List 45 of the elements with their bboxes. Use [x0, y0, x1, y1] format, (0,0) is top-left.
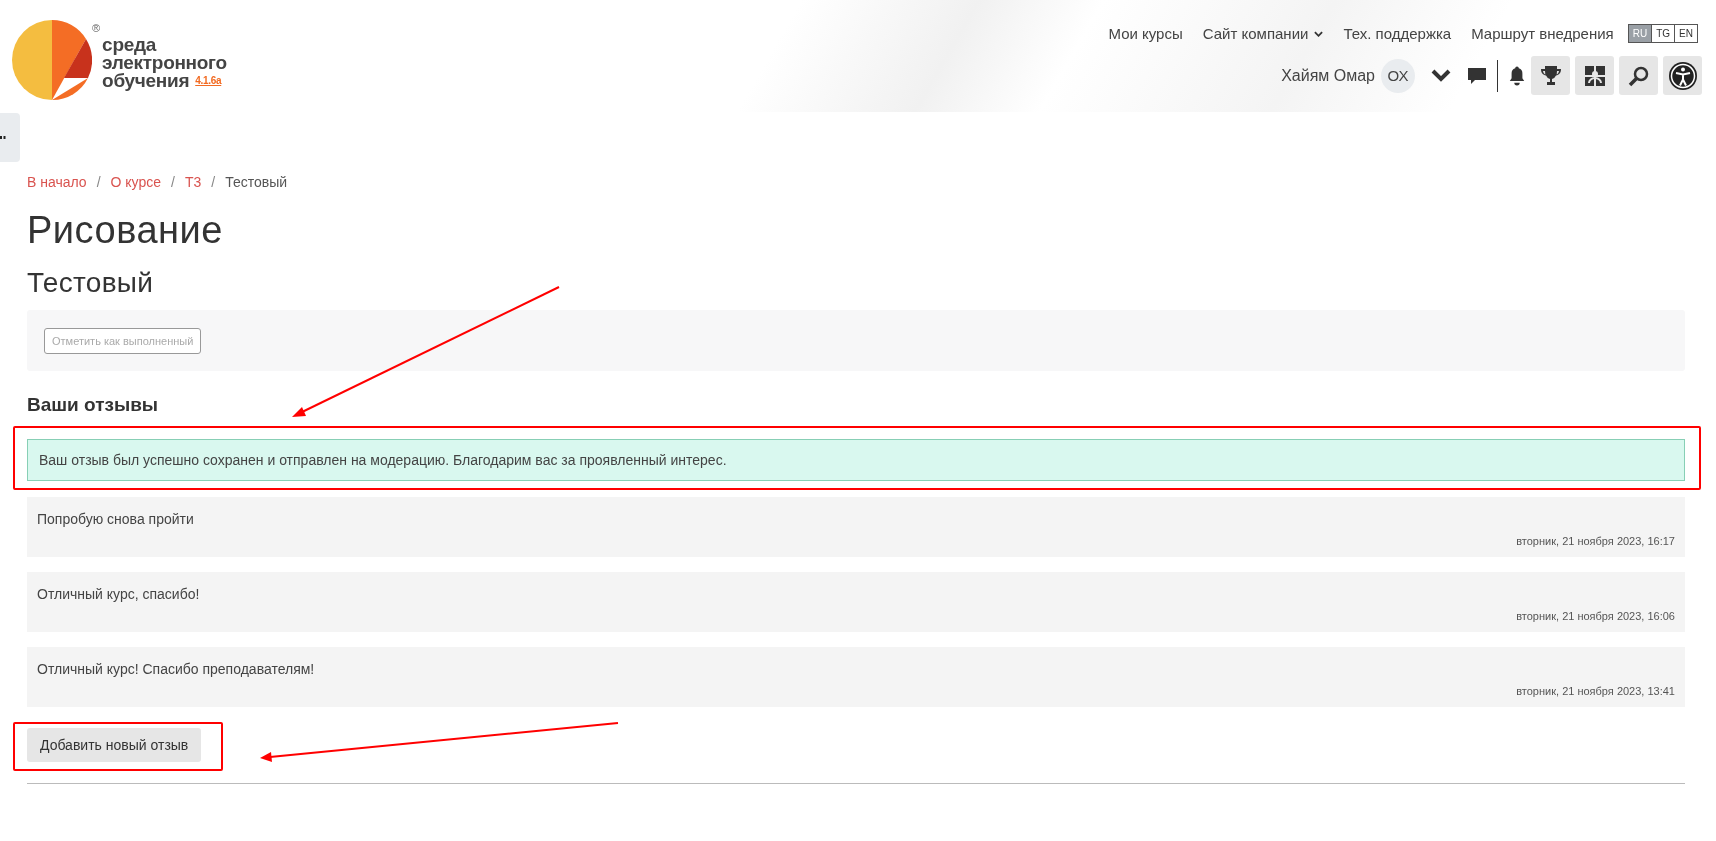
review-text: Попробую снова пройти: [37, 511, 194, 527]
drawer-toggle-button[interactable]: [0, 113, 20, 162]
logo-text: электронного: [102, 54, 227, 72]
breadcrumb-separator: /: [211, 174, 216, 190]
review-date: вторник, 21 ноября 2023, 16:06: [1516, 610, 1675, 622]
search-button[interactable]: [1619, 56, 1658, 95]
user-name[interactable]: Хайям Омар: [1281, 66, 1375, 85]
review-text: Отличный курс, спасибо!: [37, 586, 200, 602]
caret-icon: [1314, 30, 1324, 37]
breadcrumb-separator: /: [96, 174, 101, 190]
nav-link[interactable]: Маршрут внедрения: [1471, 25, 1614, 42]
logo-text: обучения: [102, 72, 190, 90]
map-button[interactable]: [1575, 56, 1614, 95]
dots-icon: [0, 136, 6, 139]
bell-icon: [1508, 65, 1526, 86]
nav-link[interactable]: Тех. поддержка: [1343, 25, 1452, 42]
add-review-button[interactable]: Добавить новый отзыв: [27, 728, 202, 762]
chat-icon: [1467, 65, 1487, 86]
success-alert: Ваш отзыв был успешно сохранен и отправлен на модерацию. Благодарим вас за проявленный интерес.: [27, 439, 1685, 481]
logo-icon: [12, 20, 92, 100]
course-title: Рисование: [27, 208, 224, 253]
messages-button[interactable]: [1467, 65, 1487, 86]
activity-title: Тестовый: [27, 266, 155, 300]
accessibility-icon: [1667, 60, 1698, 91]
logo-text: среда: [102, 36, 158, 54]
review-text: Отличный курс! Спасибо преподавателям!: [37, 661, 315, 677]
chevron-icon: [1431, 68, 1451, 83]
breadcrumb-link[interactable]: В начало: [27, 174, 87, 190]
notifications-button[interactable]: [1508, 65, 1526, 86]
achievements-button[interactable]: [1531, 56, 1570, 95]
nav-link[interactable]: Мои курсы: [1108, 25, 1183, 42]
breadcrumb-current: Тестовый: [225, 174, 288, 190]
review-date: вторник, 21 ноября 2023, 16:17: [1516, 535, 1675, 547]
review-date: вторник, 21 ноября 2023, 13:41: [1516, 685, 1675, 697]
breadcrumb-link[interactable]: О курсе: [110, 174, 161, 190]
nav-dropdown[interactable]: Сайт компании: [1202, 25, 1324, 42]
accessibility-button[interactable]: [1663, 56, 1702, 95]
trophy-icon: [1538, 63, 1563, 88]
breadcrumb-separator: /: [171, 174, 175, 190]
breadcrumb-link[interactable]: Т3: [184, 174, 202, 190]
section-heading: Ваши отзывы: [27, 393, 160, 417]
person-tiles-icon: [1582, 63, 1607, 88]
registered-mark: ®: [92, 22, 101, 34]
user-avatar[interactable]: ОХ: [1381, 58, 1415, 93]
user-menu-button[interactable]: [1431, 68, 1451, 83]
